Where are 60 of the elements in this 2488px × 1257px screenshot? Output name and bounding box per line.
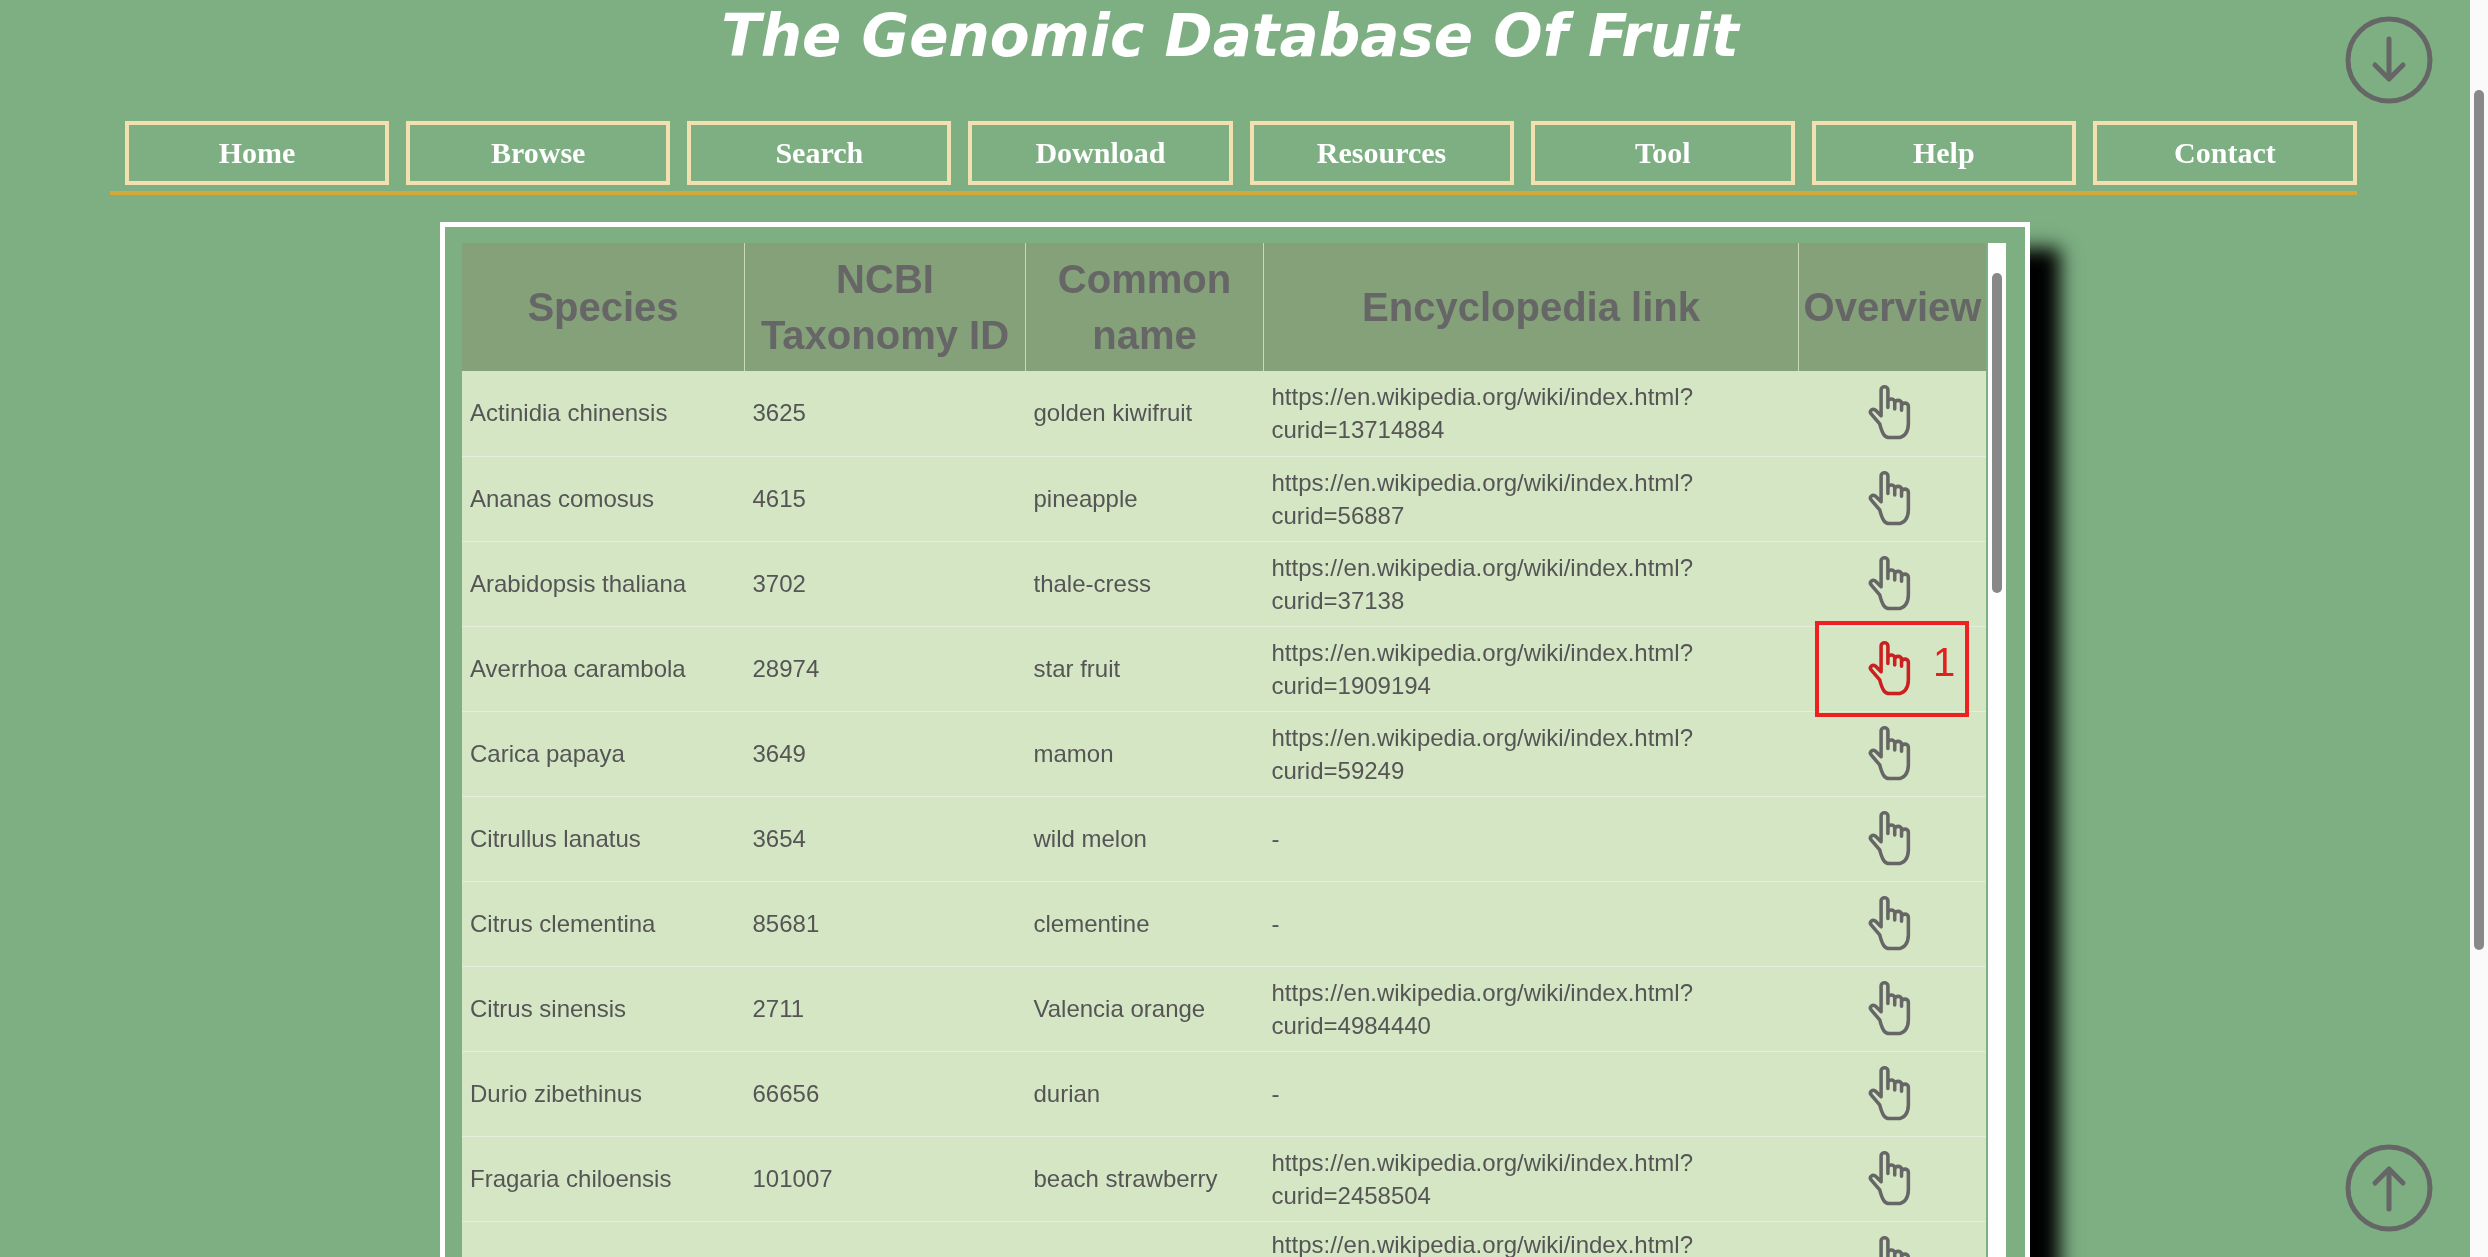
column-header: Species <box>462 243 745 371</box>
page-scrollbar[interactable] <box>2470 0 2488 1257</box>
table-cell: Fragaria chiloensis <box>470 1164 672 1192</box>
table-cell: 3649 <box>752 739 806 767</box>
column-header: Encyclopedia link <box>1263 243 1799 371</box>
table-cell: - <box>1271 1080 1280 1107</box>
nav-link[interactable]: Resources <box>1249 121 1514 185</box>
nav-link[interactable]: Search <box>687 121 952 185</box>
table-cell: clementine <box>1033 909 1150 937</box>
table-cell: Citrus clementina <box>470 909 656 937</box>
scrollbar[interactable] <box>1988 243 2006 1257</box>
nav-link[interactable]: Browse <box>406 121 671 185</box>
site-title: The Genomic Database Of Fruit <box>721 1 1742 70</box>
table-cell: 3654 <box>752 824 806 852</box>
table-cell: 3625 <box>752 399 806 427</box>
table-cell: wild melon <box>1033 824 1147 852</box>
table-cell: thale-cress <box>1033 569 1151 597</box>
nav-link[interactable]: Help <box>1811 121 2076 185</box>
table-cell: 3702 <box>752 569 806 597</box>
table-cell: Arabidopsis thaliana <box>470 569 687 597</box>
table-cell: beach strawberry <box>1033 1164 1218 1192</box>
table-cell: 85681 <box>752 909 820 937</box>
table-cell: Citrullus lanatus <box>470 824 641 852</box>
table-cell: star fruit <box>1033 654 1121 682</box>
table-cell: Actinidia chinensis <box>470 399 668 427</box>
table-cell: - <box>1271 910 1280 937</box>
table-cell: golden kiwifruit <box>1033 399 1193 427</box>
scroll-up-icon[interactable] <box>2344 1143 2434 1233</box>
column-header: Common name <box>1025 243 1264 371</box>
table-cell: 4615 <box>752 484 806 512</box>
table-cell: 28974 <box>752 654 820 682</box>
table-cell: https://en.wikipedia.org/wiki/index.html?curid=56887 <box>1271 468 1694 529</box>
table-cell: Durio zibethinus <box>470 1079 643 1107</box>
table-cell: pineapple <box>1033 484 1138 512</box>
table-cell: Averrhoa carambola <box>470 654 686 682</box>
nav-link[interactable]: Download <box>968 121 1233 185</box>
table-cell: 66656 <box>752 1079 820 1107</box>
nav-link[interactable]: Tool <box>1530 121 1795 185</box>
table-cell: https://en.wikipedia.org/wiki/index.html?curid=2458504 <box>1271 1148 1694 1209</box>
table-cell: mamon <box>1033 739 1114 767</box>
table-cell: https://en.wikipedia.org/wiki/index.html?curid=59249 <box>1271 723 1694 784</box>
table-cell: Citrus sinensis <box>470 994 627 1022</box>
table-cell: https://en.wikipedia.org/wiki/index.html?curid=13714884 <box>1271 383 1694 444</box>
table-cell: 101007 <box>752 1164 833 1192</box>
table-cell: https://en.wikipedia.org/wiki/index.html?curid=4984440 <box>1271 978 1694 1039</box>
annotation-number: 1 <box>1933 645 1956 678</box>
table-cell: durian <box>1033 1079 1101 1107</box>
table-cell: Carica papaya <box>470 739 625 767</box>
scroll-down-icon[interactable] <box>2344 15 2434 105</box>
table-cell: Ananas comosus <box>470 484 655 512</box>
nav-link[interactable]: Contact <box>2092 121 2357 185</box>
table-cell: https://en.wikipedia.org/wiki/index.html?curid=37138 <box>1271 553 1694 614</box>
table-cell: - <box>1271 825 1280 852</box>
column-header: NCBI Taxonomy ID <box>744 243 1026 371</box>
table-cell: https://en.wikipedia.org/wiki/index.html?curid=1909194 <box>1271 638 1694 699</box>
table-cell: https://en.wikipedia.org/wiki/index.html? <box>1271 1230 1694 1257</box>
nav-link[interactable]: Home <box>125 121 390 185</box>
table-cell: 2711 <box>752 994 805 1022</box>
table-cell: Valencia orange <box>1033 994 1206 1022</box>
column-header: Overview <box>1798 243 1986 371</box>
